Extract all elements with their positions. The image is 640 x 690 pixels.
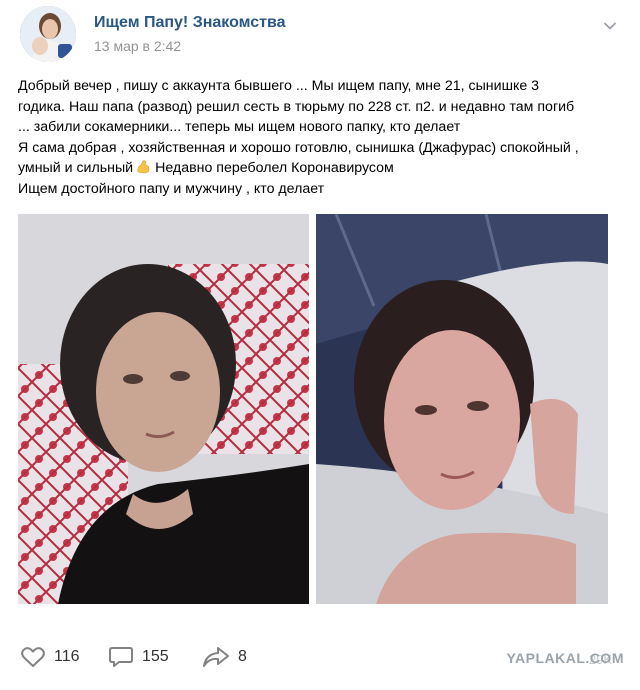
post-photo-1[interactable] [18,214,309,604]
comment-icon [109,647,133,667]
flexed-biceps-icon [137,160,150,174]
post-text-line: ... забили сокамерники... теперь мы ищем… [18,119,461,136]
chevron-down-icon[interactable] [602,18,618,34]
post-text-line: Ищем достойного папу и мужчину , кто дел… [18,180,325,197]
comments-count: 155 [142,648,169,665]
post-photo-2[interactable] [316,214,608,604]
heart-icon [21,647,45,667]
site-watermark: YAPLAKAL.COM [506,650,624,666]
like-button[interactable]: 116 [20,644,80,670]
share-arrow-icon [203,647,229,667]
post-text-line: Я сама добрая , хозяйственная и хорошо г… [18,139,579,156]
post-text-line-with-emoji: умный и сильный Недавно переболел Корона… [18,158,622,179]
post-text-fragment: Недавно переболел Коронавирусом [155,160,394,177]
share-button[interactable]: 8 [202,644,247,670]
vk-post-card: Ищем Папу! Знакомства 13 мар в 2:42 Добр… [0,0,640,690]
shares-count: 8 [238,648,247,665]
post-header: Ищем Папу! Знакомства 13 мар в 2:42 [14,4,626,64]
post-text-line: годика. Наш папа (развод) решил сесть в … [18,98,575,115]
avatar[interactable] [20,6,76,62]
post-text-fragment: умный и сильный [18,160,134,177]
post-text: Добрый вечер , пишу с аккаунта бывшего .… [18,76,622,200]
post-timestamp[interactable]: 13 мар в 2:42 [94,38,181,54]
likes-count: 116 [54,648,80,665]
author-name-link[interactable]: Ищем Папу! Знакомства [94,14,286,32]
comment-button[interactable]: 155 [108,644,169,670]
post-text-line: Добрый вечер , пишу с аккаунта бывшего .… [18,78,540,94]
